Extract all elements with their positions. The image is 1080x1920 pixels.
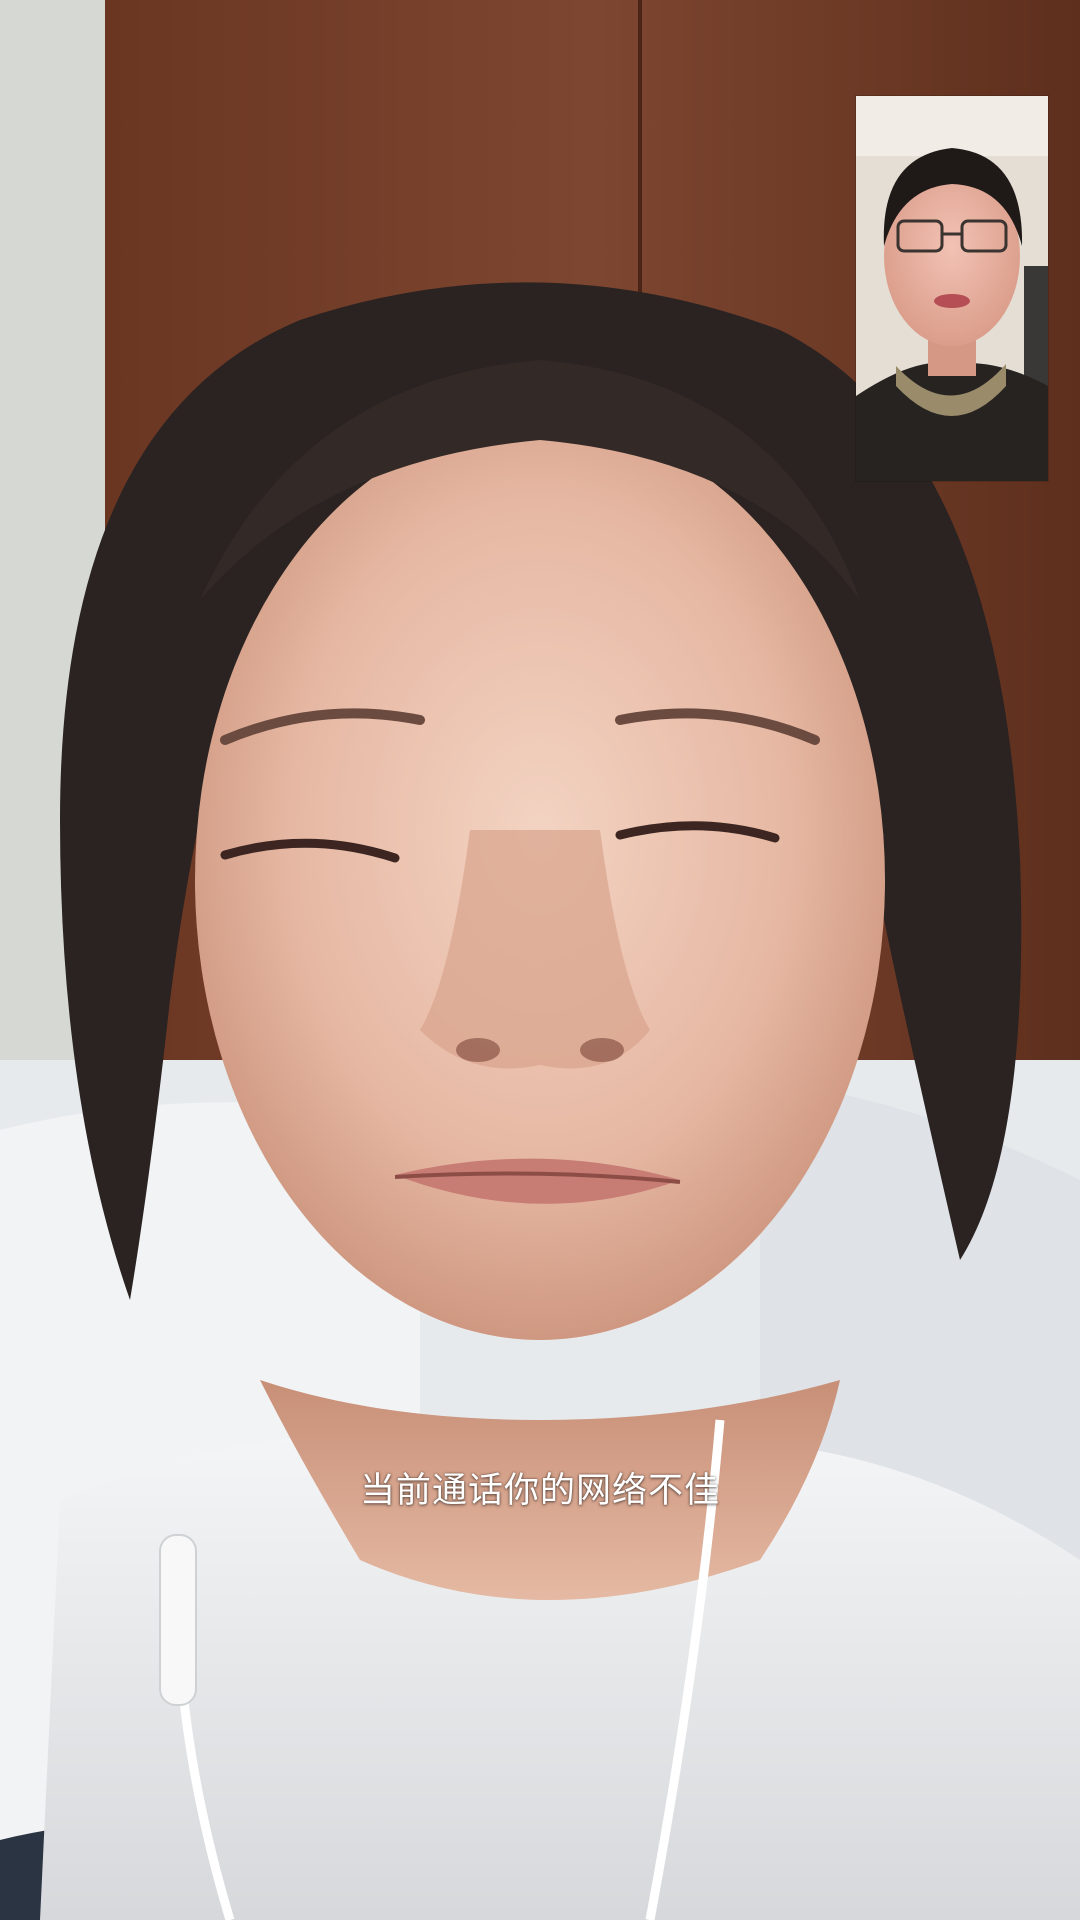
network-warning-toast: 当前通话你的网络不佳	[359, 1471, 720, 1511]
local-camera-preview[interactable]	[856, 96, 1048, 481]
video-call-screen: 当前通话你的网络不佳	[0, 0, 1080, 1920]
local-preview-image	[856, 96, 1048, 481]
